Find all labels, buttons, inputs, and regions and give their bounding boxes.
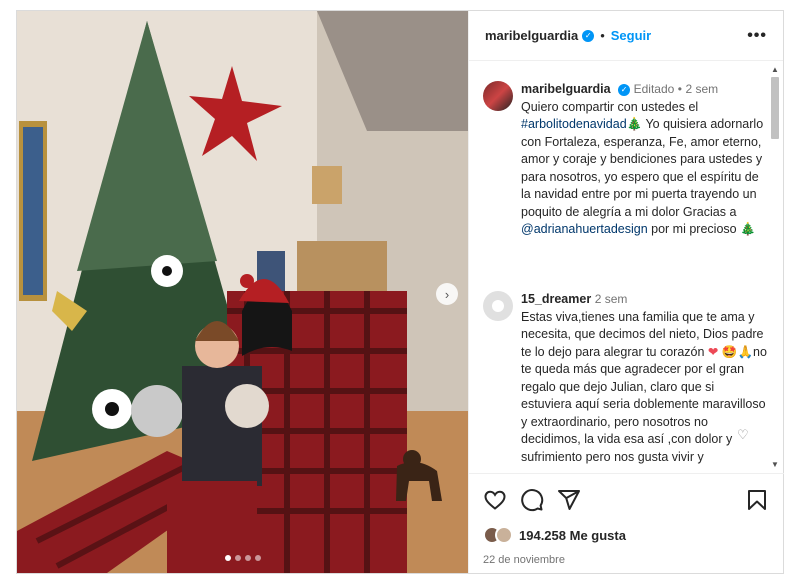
comment-like-icon[interactable]: ♡	[737, 427, 749, 443]
post-photo[interactable]: ›	[17, 11, 468, 573]
bookmark-icon[interactable]	[745, 488, 769, 512]
user-comment: 15_dreamer 2 sem Estas viva,tienes una f…	[483, 291, 767, 466]
caption-time[interactable]: 2 sem	[685, 82, 718, 96]
carousel-dot	[234, 555, 241, 561]
follow-button[interactable]: Seguir	[611, 28, 651, 43]
caption-body-3: por mi precioso	[647, 222, 741, 236]
caption-comment: maribelguardia ✓ Editado • 2 sem Quiero …	[483, 81, 767, 239]
avatar[interactable]	[483, 291, 513, 321]
carousel-dot	[254, 555, 261, 561]
scrollbar-thumb[interactable]	[771, 77, 779, 139]
caption-username[interactable]: maribelguardia	[521, 82, 611, 96]
chevron-right-icon[interactable]: ›	[436, 283, 458, 305]
likes-count: 194.258	[519, 527, 566, 543]
post-date[interactable]: 22 de noviembre	[483, 554, 565, 566]
tree-emoji: 🎄	[740, 222, 756, 236]
separator-dot: •	[677, 82, 682, 96]
hashtag-link[interactable]: #arbolitodenavidad	[521, 117, 627, 131]
comments-list[interactable]: maribelguardia ✓ Editado • 2 sem Quiero …	[469, 61, 784, 473]
comment-icon[interactable]	[520, 488, 544, 512]
verified-icon: ✓	[582, 29, 595, 42]
likes-label: Me gusta	[569, 527, 626, 543]
comment-text: 15_dreamer 2 sem Estas viva,tienes una f…	[521, 291, 767, 466]
avatar	[495, 526, 513, 544]
heart-emoji: ❤	[707, 344, 719, 359]
post-header: maribelguardia ✓ • Seguir •••	[469, 11, 783, 61]
caption-body-1: Quiero compartir con ustedes el	[521, 99, 699, 114]
tree-emoji: 🎄	[626, 117, 643, 131]
carousel-dot	[224, 555, 231, 561]
christmas-photo-illustration	[17, 11, 468, 573]
heart-icon[interactable]	[483, 488, 507, 512]
more-icon[interactable]: •••	[747, 27, 767, 45]
comment-body-2: no te queda más que agradecer por el gra…	[521, 344, 767, 464]
post-side-panel: maribelguardia ✓ • Seguir ••• maribelgua…	[468, 11, 784, 573]
verified-icon: ✓	[618, 83, 631, 96]
scroll-down-icon[interactable]: ▼	[771, 460, 779, 469]
header-username[interactable]: maribelguardia	[485, 28, 578, 43]
share-icon[interactable]	[557, 488, 581, 512]
carousel-dot	[244, 555, 251, 561]
liker-avatars	[483, 526, 513, 544]
caption-body-2: Yo quisiera adornarlo con Fortaleza, esp…	[521, 117, 764, 219]
separator-dot: •	[600, 28, 605, 43]
action-buttons	[483, 488, 769, 514]
post-actions: 194.258 Me gusta 22 de noviembre	[469, 473, 784, 571]
post-dialog: › maribelguardia ✓ • Seguir ••• maribelg…	[16, 10, 784, 574]
carousel-dots	[17, 555, 468, 561]
comment-emojis: 🤩🙏	[718, 344, 754, 359]
avatar[interactable]	[483, 81, 513, 111]
comment-username[interactable]: 15_dreamer	[521, 292, 591, 306]
comment-time[interactable]: 2 sem	[595, 292, 628, 306]
comments-scrollbar[interactable]: ▲ ▼	[769, 65, 781, 469]
likes-row[interactable]: 194.258 Me gusta	[483, 526, 626, 544]
caption-text: maribelguardia ✓ Editado • 2 sem Quiero …	[521, 81, 767, 239]
scroll-up-icon[interactable]: ▲	[771, 65, 779, 74]
mention-link[interactable]: @adrianahuertadesign	[521, 222, 648, 236]
caption-edited: Editado	[633, 82, 675, 96]
